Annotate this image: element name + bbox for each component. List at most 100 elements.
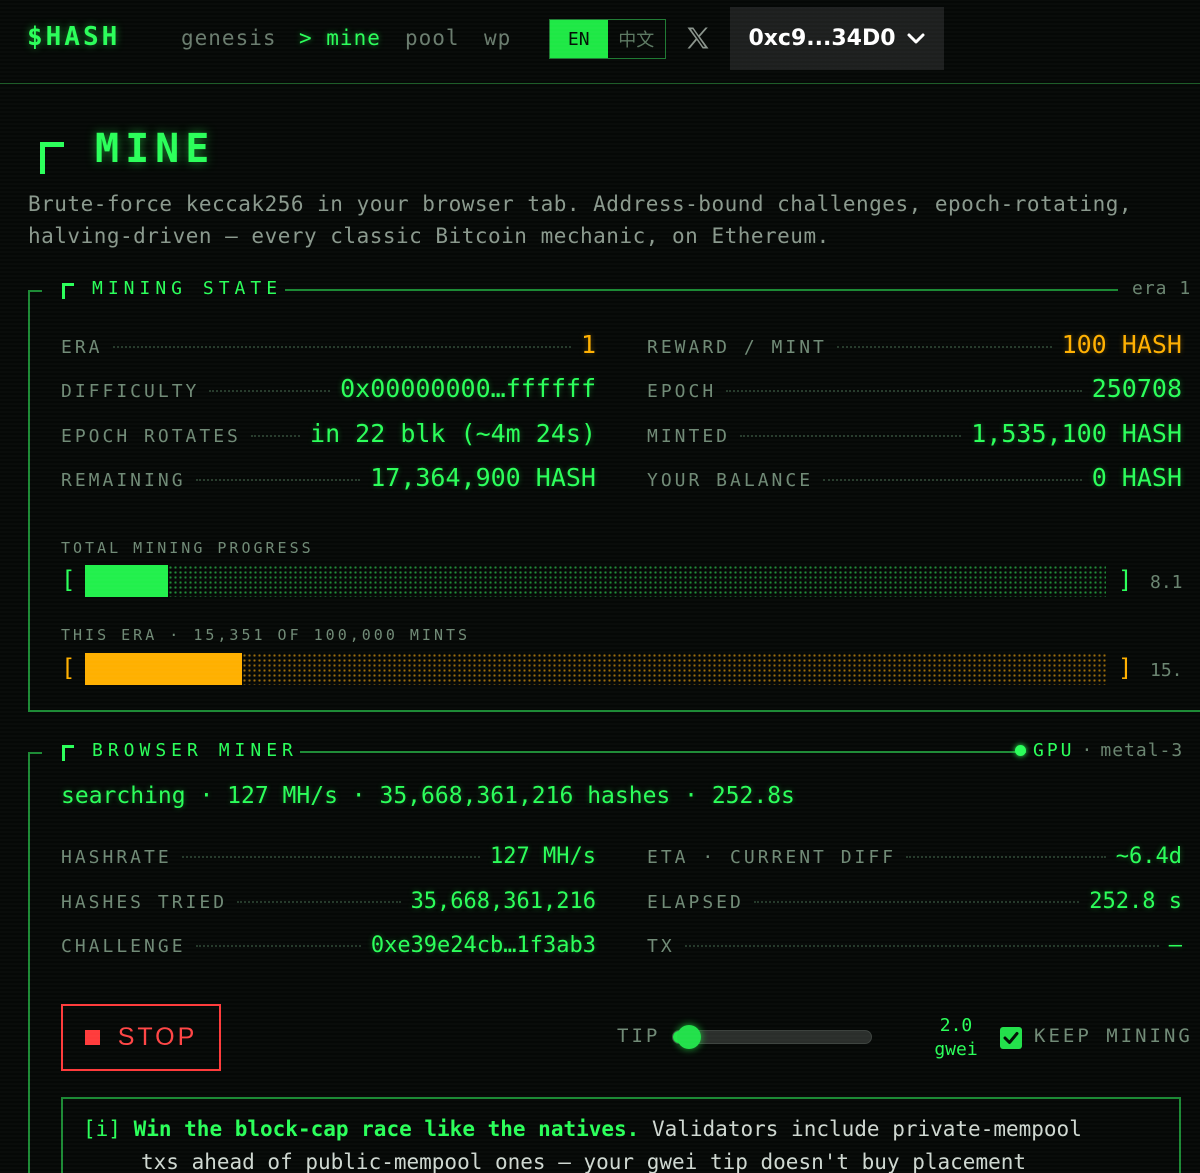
stat-label: ETA · CURRENT DIFF — [647, 847, 897, 868]
stat-label: ERA — [61, 337, 103, 358]
stat-label: EPOCH ROTATES — [61, 426, 241, 447]
era-progress-bar — [85, 653, 1106, 685]
gpu-status-dot — [1015, 745, 1026, 756]
stat-value: 252.8 s — [1089, 889, 1182, 914]
stat-row-reward: REWARD / MINT 100 HASH — [647, 330, 1182, 360]
stat-label: CHALLENGE — [61, 936, 186, 957]
description-line-2: halving-driven — every classic Bitcoin m… — [28, 224, 830, 248]
stat-label: MINTED — [647, 426, 731, 447]
info-text: Validators include private-mempool — [639, 1117, 1082, 1141]
stat-row-epoch-rotates: EPOCH ROTATES in 22 blk (~4m 24s) — [61, 419, 596, 449]
wallet-button[interactable]: 0xc9...34D0 — [730, 7, 944, 70]
panel-corner — [28, 290, 42, 292]
mining-state-title: MINING STATE — [92, 278, 283, 299]
stat-row-difficulty: DIFFICULTY 0x00000000…ffffff — [61, 374, 596, 404]
stop-button[interactable]: STOP — [61, 1004, 221, 1071]
stop-icon — [84, 1030, 100, 1045]
stat-label: REWARD / MINT — [647, 337, 827, 358]
total-progress-value: 8.1 — [1150, 572, 1183, 593]
section-mark — [62, 744, 74, 761]
gpu-label: GPU — [1033, 740, 1075, 761]
stat-label: HASHRATE — [61, 847, 172, 868]
miner-status-line: searching · 127 MH/s · 35,668,361,216 ha… — [61, 783, 795, 809]
bracket-open: [ — [61, 654, 76, 682]
stat-value: in 22 blk (~4m 24s) — [310, 419, 596, 448]
mine-title-mark — [40, 142, 64, 174]
lang-zh-button[interactable]: 中文 — [608, 20, 666, 58]
x-twitter-icon[interactable] — [684, 24, 712, 52]
era-progress-label: THIS ERA · 15,351 OF 100,000 MINTS — [61, 626, 471, 644]
era-progress-track — [241, 653, 1106, 685]
gpu-separator: · — [1081, 740, 1094, 761]
nav-link-wp[interactable]: wp — [484, 26, 511, 50]
stat-label: TX — [647, 936, 675, 957]
stat-value: 17,364,900 HASH — [370, 463, 596, 492]
stat-label: HASHES TRIED — [61, 892, 228, 913]
stat-label: ELAPSED — [647, 892, 744, 913]
bracket-close: ] — [1118, 566, 1133, 594]
miner-row-hashrate: HASHRATE 127 MH/s — [61, 844, 596, 874]
era-progress-value: 15. — [1150, 660, 1183, 681]
info-headline: Win the block-cap race like the natives. — [133, 1117, 640, 1141]
top-nav-bar: $HASH genesis > mine pool wp EN 中文 0xc9.… — [0, 0, 1200, 84]
section-mark — [62, 282, 74, 299]
stat-value: 0xe39e24cb…1f3ab3 — [370, 933, 596, 958]
stat-value: 100 HASH — [1061, 330, 1182, 359]
stat-value: 1,535,100 HASH — [971, 419, 1182, 448]
era-tag: era 1 — [1132, 278, 1192, 299]
stat-value: ~6.4d — [1115, 844, 1182, 869]
stat-row-remaining: REMAINING 17,364,900 HASH — [61, 463, 596, 493]
miner-row-elapsed: ELAPSED 252.8 s — [647, 889, 1182, 919]
tip-slider[interactable] — [672, 1025, 872, 1049]
page-title: MINE — [95, 126, 216, 172]
stat-value: 127 MH/s — [490, 844, 596, 869]
info-icon: [i] — [83, 1117, 121, 1141]
chevron-down-icon — [907, 33, 925, 43]
stop-label: STOP — [117, 1023, 198, 1051]
miner-row-hashes: HASHES TRIED 35,668,361,216 — [61, 889, 596, 919]
info-line-2: txs ahead of public-mempool ones — your … — [141, 1150, 1027, 1173]
tip-slider-handle[interactable] — [677, 1025, 701, 1049]
stat-value: 0 HASH — [1091, 463, 1182, 492]
nav-link-mine[interactable]: > mine — [299, 26, 381, 50]
browser-miner-title: BROWSER MINER — [92, 740, 298, 761]
stat-row-balance: YOUR BALANCE 0 HASH — [647, 463, 1182, 493]
page-description: Brute-force keccak256 in your browser ta… — [28, 188, 1178, 252]
miner-row-tx: TX — — [647, 933, 1182, 963]
stat-value: 35,668,361,216 — [410, 889, 596, 914]
info-callout: [i] Win the block-cap race like the nati… — [61, 1097, 1181, 1173]
mining-state-panel: MINING STATE era 1 ERA 1 DIFFICULTY 0x00… — [28, 278, 1200, 712]
stat-value: 250708 — [1091, 374, 1182, 403]
tip-value: 2.0 gwei — [926, 1014, 986, 1062]
total-progress-bar — [85, 565, 1106, 597]
stat-value: 0x00000000…ffffff — [340, 374, 596, 403]
info-line-1: [i] Win the block-cap race like the nati… — [83, 1113, 1179, 1146]
stat-row-epoch: EPOCH 250708 — [647, 374, 1182, 404]
miner-row-eta: ETA · CURRENT DIFF ~6.4d — [647, 844, 1182, 874]
logo[interactable]: $HASH — [27, 22, 120, 52]
tip-amount: 2.0 — [939, 1015, 973, 1036]
bracket-close: ] — [1118, 654, 1133, 682]
stat-value: — — [1168, 933, 1182, 958]
miner-row-challenge: CHALLENGE 0xe39e24cb…1f3ab3 — [61, 933, 596, 963]
nav-link-genesis[interactable]: genesis — [181, 26, 277, 50]
total-progress-fill — [85, 565, 168, 597]
panel-corner — [28, 752, 42, 754]
panel-rule — [300, 751, 1026, 753]
lang-en-button[interactable]: EN — [550, 20, 608, 58]
total-progress-track — [167, 565, 1106, 597]
tip-unit: gwei — [934, 1039, 978, 1060]
keep-mining-label[interactable]: KEEP MINING — [1034, 1025, 1193, 1047]
stat-label: REMAINING — [61, 470, 186, 491]
panel-rule — [285, 289, 1118, 291]
stat-label: YOUR BALANCE — [647, 470, 814, 491]
bracket-open: [ — [61, 566, 76, 594]
stat-label: DIFFICULTY — [61, 381, 200, 402]
tip-label: TIP — [617, 1025, 661, 1047]
keep-mining-checkbox[interactable] — [1000, 1027, 1022, 1049]
gpu-status: GPU · metal-3 — [1015, 740, 1183, 761]
description-line-1: Brute-force keccak256 in your browser ta… — [28, 192, 1133, 216]
nav-link-pool[interactable]: pool — [405, 26, 460, 50]
stat-label: EPOCH — [647, 381, 717, 402]
gpu-backend: metal-3 — [1100, 740, 1184, 761]
